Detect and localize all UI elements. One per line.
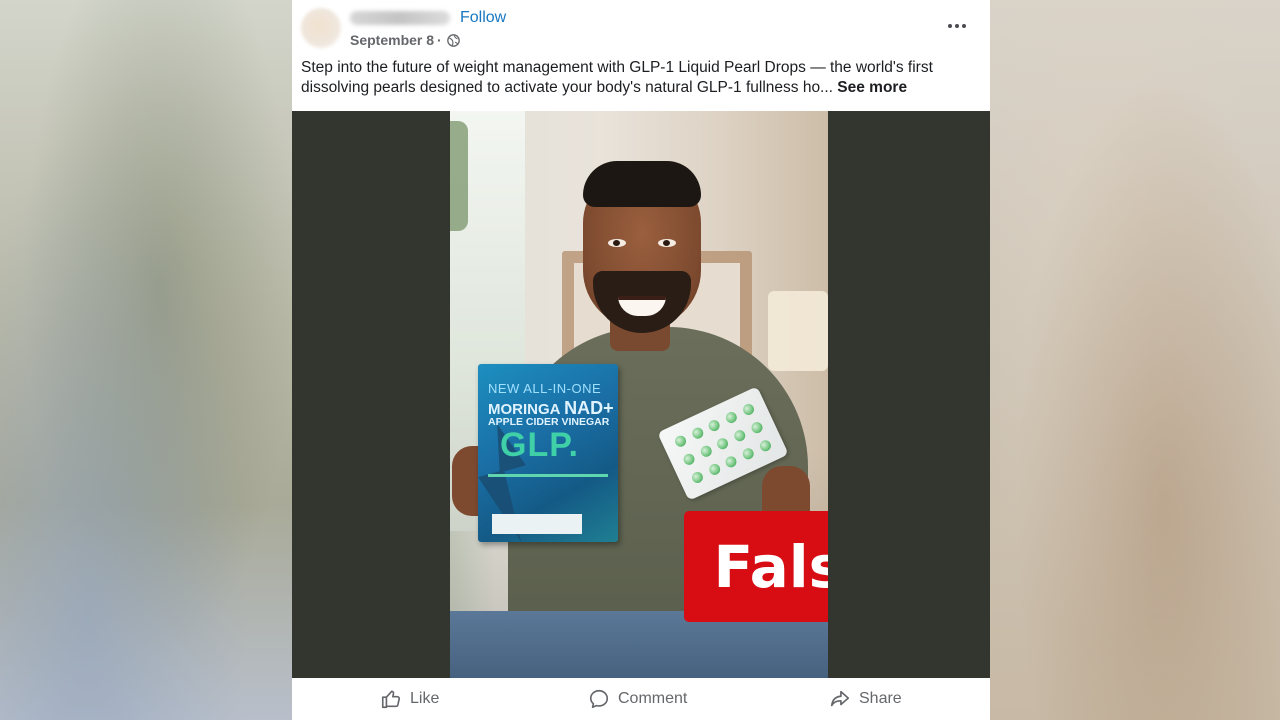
pill (715, 436, 731, 451)
meta-separator: · (437, 32, 442, 48)
pill (681, 452, 697, 467)
pill (741, 402, 757, 418)
post-header: Follow September 8 · (292, 0, 990, 56)
photo-lamp (768, 291, 828, 371)
product-box-line1: NEW ALL-IN-ONE (488, 381, 602, 396)
background-blur-left (0, 0, 292, 720)
thumbs-up-icon (380, 688, 402, 710)
pill (741, 446, 756, 461)
avatar[interactable] (301, 8, 341, 48)
post-photo[interactable]: NEW ALL-IN-ONE MORINGA NAD+ APPLE CIDER … (450, 111, 828, 678)
post-media[interactable]: NEW ALL-IN-ONE MORINGA NAD+ APPLE CIDER … (292, 111, 990, 678)
product-box-label (492, 514, 582, 534)
post-date[interactable]: September 8 (350, 32, 434, 48)
pill (706, 461, 722, 477)
comment-button[interactable]: Comment (588, 678, 687, 720)
post-text: Step into the future of weight managemen… (301, 58, 981, 98)
pill (758, 438, 773, 453)
comment-bubble-icon (588, 688, 610, 710)
globe-icon (446, 33, 460, 47)
like-button[interactable]: Like (380, 678, 439, 720)
share-button[interactable]: Share (829, 678, 902, 720)
product-box-strip (488, 474, 608, 477)
share-label: Share (859, 690, 902, 707)
pill (732, 428, 748, 443)
post-meta: September 8 · (350, 32, 460, 48)
photo-person-hair (583, 161, 701, 207)
pill (698, 444, 714, 459)
photo-plant (450, 121, 468, 231)
photo-person-eye-right (658, 239, 676, 247)
author-name-redacted[interactable] (350, 11, 450, 25)
share-arrow-icon (829, 688, 851, 710)
pill (673, 434, 688, 449)
more-options-icon[interactable] (942, 16, 972, 36)
pill (723, 454, 739, 469)
follow-button[interactable]: Follow (460, 9, 506, 27)
pill (724, 410, 740, 426)
post-actions: Like Comment Share (292, 678, 990, 720)
photo-person-eye-left (608, 239, 626, 247)
pill (689, 469, 705, 485)
pill (690, 426, 705, 441)
comment-label: Comment (618, 690, 688, 707)
see-more-link[interactable]: See more (837, 79, 907, 96)
facebook-post: Follow September 8 · Step into the futur… (292, 0, 990, 720)
like-label: Like (410, 690, 440, 707)
product-box: NEW ALL-IN-ONE MORINGA NAD+ APPLE CIDER … (478, 364, 618, 542)
false-rating-badge: False (684, 511, 828, 622)
product-box-line4: GLP. (500, 426, 579, 464)
pill (707, 418, 722, 433)
product-box-line2b: NAD+ (564, 398, 614, 418)
background-blur-right (990, 0, 1280, 720)
pill (749, 420, 765, 435)
